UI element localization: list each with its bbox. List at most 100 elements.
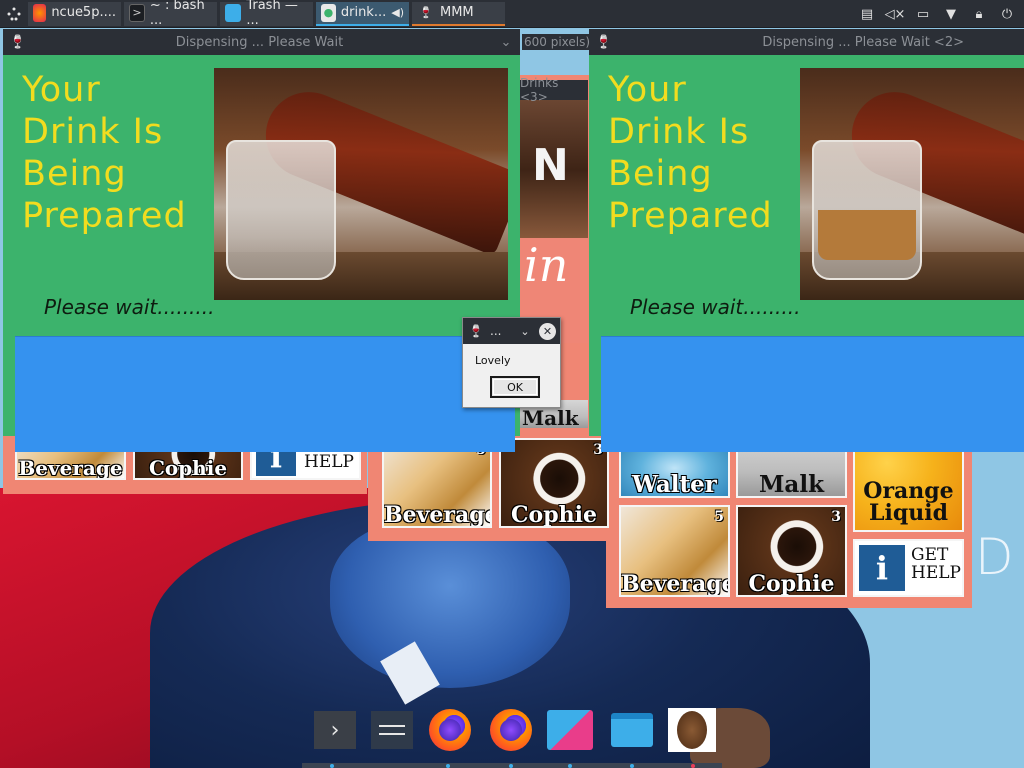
heading-line: Prepared — [608, 196, 773, 236]
ok-button[interactable]: OK — [490, 376, 540, 398]
window-titlebar[interactable]: 🍷 Dispensing ... Please Wait <2> — [589, 29, 1024, 55]
heading-line: Being — [608, 154, 713, 194]
clipboard-icon[interactable]: ▤ — [858, 5, 876, 23]
application-launcher-icon[interactable] — [0, 0, 28, 28]
tile-label: Beverage — [18, 456, 123, 480]
dock: › — [302, 708, 722, 768]
menu-tile-beverage[interactable]: 5 Beverage — [619, 505, 730, 597]
tile-label: Beverage — [621, 571, 730, 597]
dispensing-window-1: 🍷 Dispensing ... Please Wait ⌄ Your Drin… — [3, 29, 520, 452]
window-titlebar[interactable]: 🍷 Dispensing ... Please Wait ⌄ — [3, 29, 520, 55]
heading-line: Drink Is — [22, 112, 164, 152]
running-indicator — [691, 764, 695, 768]
chevron-down-icon[interactable]: ⌄ — [492, 35, 520, 50]
dialog-message: Lovely — [475, 354, 511, 367]
menu-tile-cophie[interactable]: 3 Cophie — [736, 505, 847, 597]
task-firefox[interactable]: ncue5p.... — [28, 1, 121, 26]
top-panel: ncue5p.... > ~ : bash ... Trash — ... ● … — [0, 0, 1024, 28]
please-wait-text: Please wait......... — [44, 295, 215, 319]
dispensing-window-2: 🍷 Dispensing ... Please Wait <2> Your Dr… — [589, 29, 1024, 452]
running-indicator — [568, 764, 572, 768]
tile-label: Orange Liquid — [863, 478, 954, 526]
task-drinks[interactable]: ● drink... ◀) — [316, 1, 409, 26]
firefox-icon[interactable] — [487, 708, 535, 752]
tile-number: 5 — [714, 509, 724, 525]
heading-line: Your — [608, 70, 687, 110]
dialog-titlebar[interactable]: 🍷 ... ⌄ ✕ — [463, 318, 560, 344]
running-indicator — [509, 764, 513, 768]
dialog-title: ... — [490, 324, 502, 338]
please-wait-text: Please wait......... — [630, 295, 801, 319]
wine-glass-icon: 🍷 — [9, 34, 27, 50]
dispensing-heading: Your Drink Is Being Prepared — [22, 69, 187, 237]
drinks-window-title: Drinks <3> — [520, 76, 588, 104]
menu-tile-cophie[interactable]: 3 Cophie — [499, 438, 609, 528]
power-icon[interactable]: ⏻ — [998, 5, 1016, 23]
task-mmm[interactable]: 🍷 MMM — [412, 1, 505, 26]
progress-area — [601, 336, 1024, 452]
tile-label: Beverage — [384, 502, 492, 528]
lock-icon[interactable]: 🔒︎ — [970, 5, 988, 23]
close-icon[interactable]: ✕ — [539, 322, 556, 340]
kde-connect-icon[interactable] — [546, 708, 594, 752]
tile-label: Cophie — [148, 456, 228, 480]
settings-icon[interactable] — [368, 708, 416, 752]
coffee-bean-icon[interactable] — [668, 708, 716, 752]
running-indicator — [446, 764, 450, 768]
task-label: ~ : bash ... — [149, 0, 205, 28]
wallpaper-blue-shape — [330, 518, 570, 688]
banner-letter: N — [532, 140, 569, 191]
expand-arrow-icon[interactable]: ▼ — [942, 5, 960, 23]
task-label: ncue5p.... — [51, 5, 116, 20]
menu-tile-help[interactable]: i GET HELP — [853, 539, 964, 597]
message-dialog: 🍷 ... ⌄ ✕ Lovely OK — [462, 317, 561, 408]
dispensing-body: Your Drink Is Being Prepared Please wait… — [589, 55, 1024, 452]
system-tray: ▤ ◁× ▭ ▼ 🔒︎ ⏻ — [858, 0, 1024, 28]
running-indicator — [330, 764, 334, 768]
heading-line: Your — [22, 70, 101, 110]
chevron-down-icon[interactable]: ⌄ — [517, 325, 533, 338]
network-icon[interactable]: ▭ — [914, 5, 932, 23]
tile-label: Cophie — [511, 502, 597, 528]
heading-line: Drink Is — [608, 112, 750, 152]
wine-glass-icon: 🍷 — [468, 324, 484, 338]
task-terminal[interactable]: > ~ : bash ... — [124, 0, 217, 28]
heading-line: Prepared — [22, 196, 187, 236]
folder-icon — [225, 3, 242, 22]
task-trash[interactable]: Trash — ... — [220, 0, 313, 28]
help-line-2: HELP — [304, 451, 354, 472]
tile-label: Malk — [522, 406, 579, 428]
info-icon: i — [859, 545, 905, 591]
tile-number: 3 — [831, 509, 841, 525]
help-line-2: HELP — [911, 562, 961, 583]
window-size-text: 600 pixels) — [522, 34, 593, 50]
terminal-icon: > — [129, 3, 145, 22]
show-more-icon[interactable]: › — [311, 708, 359, 752]
dispensing-body: Your Drink Is Being Prepared Please wait… — [3, 55, 520, 452]
glass-fill — [818, 210, 916, 260]
drinks-app-icon: ● — [321, 3, 336, 22]
dispensing-heading: Your Drink Is Being Prepared — [608, 69, 773, 237]
progress-area — [15, 336, 515, 452]
firefox-icon — [33, 3, 47, 22]
glass-shape — [226, 140, 336, 280]
tile-label: Cophie — [748, 571, 835, 597]
task-label: Trash — ... — [246, 0, 298, 28]
file-manager-icon[interactable] — [608, 708, 656, 752]
pouring-drink-image — [800, 68, 1024, 300]
audio-playing-icon[interactable]: ◀) — [391, 6, 404, 19]
wallpaper-letter: D — [975, 528, 1014, 586]
window-title: Dispensing ... Please Wait — [175, 34, 344, 50]
running-indicator — [630, 764, 634, 768]
heading-line: Being — [22, 154, 127, 194]
firefox-icon[interactable] — [426, 708, 474, 752]
pouring-drink-image — [214, 68, 508, 300]
task-label: drink... — [340, 5, 387, 20]
window-title: Dispensing ... Please Wait <2> — [762, 34, 964, 50]
wine-glass-icon: 🍷 — [595, 34, 613, 50]
tile-label: Malk — [758, 471, 825, 498]
help-text: GET HELP — [911, 546, 961, 583]
wine-glass-icon: 🍷 — [419, 6, 433, 19]
volume-muted-icon[interactable]: ◁× — [885, 5, 906, 23]
task-label: MMM — [440, 5, 474, 20]
